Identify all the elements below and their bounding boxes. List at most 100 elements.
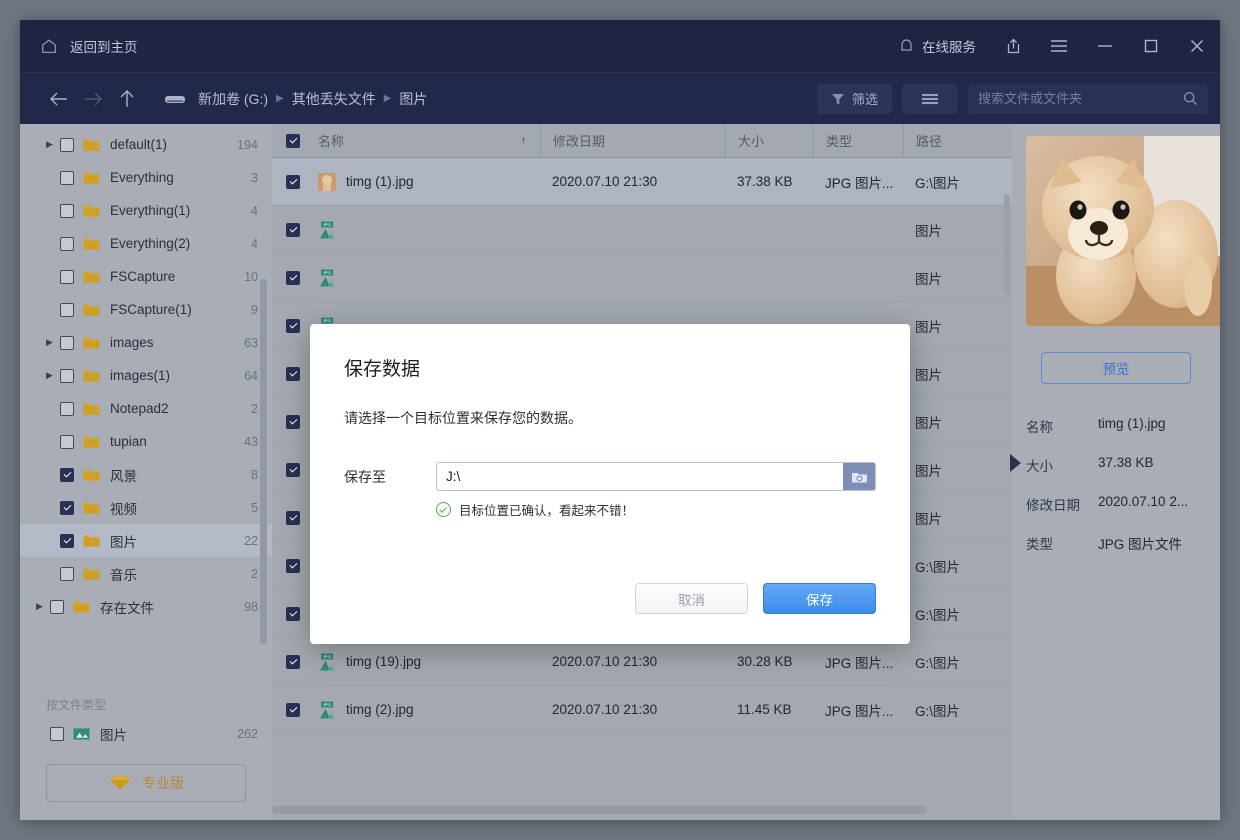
breadcrumb-item-1[interactable]: 其他丢失文件 bbox=[292, 89, 376, 109]
column-header-name[interactable]: 名称 ↑ bbox=[272, 131, 540, 150]
sidebar-item-checkbox[interactable] bbox=[60, 204, 74, 218]
table-row[interactable]: JPG图片 bbox=[272, 206, 1012, 254]
share-button[interactable] bbox=[990, 20, 1036, 72]
table-row[interactable]: JPG图片 bbox=[272, 254, 1012, 302]
row-checkbox[interactable] bbox=[286, 703, 300, 717]
maximize-button[interactable] bbox=[1128, 20, 1174, 72]
back-button[interactable] bbox=[42, 82, 76, 116]
search-input[interactable] bbox=[978, 91, 1183, 106]
search-box[interactable] bbox=[968, 84, 1208, 114]
sidebar-item-5[interactable]: FSCapture(1)9 bbox=[20, 293, 272, 326]
minimize-button[interactable] bbox=[1082, 20, 1128, 72]
sidebar-item-6[interactable]: ▶images63 bbox=[20, 326, 272, 359]
sidebar-item-13[interactable]: 音乐2 bbox=[20, 557, 272, 590]
row-checkbox[interactable] bbox=[286, 223, 300, 237]
column-header-size[interactable]: 大小 bbox=[725, 124, 813, 157]
table-row[interactable]: JPGtimg (19).jpg2020.07.10 21:3030.28 KB… bbox=[272, 638, 1012, 686]
sidebar-item-checkbox[interactable] bbox=[60, 237, 74, 251]
pro-version-button[interactable]: 专业版 bbox=[46, 764, 246, 802]
sidebar-item-checkbox[interactable] bbox=[60, 468, 74, 482]
titlebar-actions: 在线服务 bbox=[885, 20, 1220, 72]
column-header-type[interactable]: 类型 bbox=[813, 124, 903, 157]
save-path-input[interactable] bbox=[436, 462, 843, 491]
menu-button[interactable] bbox=[1036, 20, 1082, 72]
sidebar-scrollbar[interactable] bbox=[260, 279, 267, 644]
sidebar-item-12[interactable]: 图片22 bbox=[20, 524, 272, 557]
close-button[interactable] bbox=[1174, 20, 1220, 72]
folder-icon bbox=[73, 600, 90, 614]
file-name-cell[interactable]: JPGtimg (19).jpg bbox=[272, 653, 540, 671]
sidebar-item-checkbox[interactable] bbox=[60, 138, 74, 152]
chevron-right-icon[interactable]: ▶ bbox=[36, 601, 50, 612]
cancel-button[interactable]: 取消 bbox=[635, 583, 748, 614]
breadcrumb-item-0[interactable]: 新加卷 (G:) bbox=[198, 89, 268, 109]
file-type-item-0[interactable]: 图片262 bbox=[20, 717, 272, 750]
column-header-date[interactable]: 修改日期 bbox=[540, 124, 725, 157]
filter-button[interactable]: 筛选 bbox=[817, 84, 892, 114]
sidebar-item-14[interactable]: ▶存在文件98 bbox=[20, 590, 272, 623]
preview-collapse-toggle[interactable] bbox=[1010, 454, 1021, 472]
file-type-checkbox[interactable] bbox=[50, 727, 64, 741]
row-checkbox[interactable] bbox=[286, 319, 300, 333]
row-checkbox[interactable] bbox=[286, 511, 300, 525]
sidebar-item-1[interactable]: Everything3 bbox=[20, 161, 272, 194]
pro-version-label: 专业版 bbox=[142, 773, 184, 793]
chevron-right-icon[interactable]: ▶ bbox=[46, 139, 60, 150]
sidebar-item-0[interactable]: ▶default(1)194 bbox=[20, 128, 272, 161]
up-button[interactable] bbox=[110, 82, 144, 116]
file-name-cell[interactable]: timg (1).jpg bbox=[272, 173, 540, 191]
row-checkbox[interactable] bbox=[286, 175, 300, 189]
sidebar-item-checkbox[interactable] bbox=[60, 369, 74, 383]
forward-button[interactable] bbox=[76, 82, 110, 116]
table-row[interactable]: timg (1).jpg2020.07.10 21:3037.38 KBJPG … bbox=[272, 158, 1012, 206]
file-name-cell[interactable]: JPG bbox=[272, 221, 540, 239]
breadcrumb-item-2[interactable]: 图片 bbox=[399, 89, 427, 109]
sort-arrow-icon[interactable]: ↑ bbox=[521, 135, 527, 147]
preview-panel: 预览 名称timg (1).jpg大小37.38 KB修改日期2020.07.1… bbox=[1012, 124, 1220, 820]
sidebar-item-checkbox[interactable] bbox=[60, 534, 74, 548]
search-icon[interactable] bbox=[1183, 91, 1198, 106]
row-checkbox[interactable] bbox=[286, 655, 300, 669]
sidebar-item-checkbox[interactable] bbox=[60, 270, 74, 284]
select-all-checkbox[interactable] bbox=[286, 134, 300, 148]
file-list-vertical-scrollbar[interactable] bbox=[1004, 194, 1010, 294]
sidebar-item-checkbox[interactable] bbox=[50, 600, 64, 614]
sidebar-item-checkbox[interactable] bbox=[60, 171, 74, 185]
sidebar-item-10[interactable]: 风景8 bbox=[20, 458, 272, 491]
sidebar-item-checkbox[interactable] bbox=[60, 435, 74, 449]
sidebar-item-checkbox[interactable] bbox=[60, 303, 74, 317]
table-row[interactable]: JPGtimg (2).jpg2020.07.10 21:3011.45 KBJ… bbox=[272, 686, 1012, 734]
sidebar-item-8[interactable]: Notepad22 bbox=[20, 392, 272, 425]
file-name-cell[interactable]: JPG bbox=[272, 269, 540, 287]
browse-folder-button[interactable] bbox=[843, 462, 876, 491]
svg-text:JPG: JPG bbox=[323, 222, 331, 227]
sidebar-item-2[interactable]: Everything(1)4 bbox=[20, 194, 272, 227]
file-list-horizontal-scrollbar[interactable] bbox=[272, 806, 926, 814]
save-button[interactable]: 保存 bbox=[763, 583, 876, 614]
sidebar-item-checkbox[interactable] bbox=[60, 402, 74, 416]
row-checkbox[interactable] bbox=[286, 607, 300, 621]
file-name-cell[interactable]: JPGtimg (2).jpg bbox=[272, 701, 540, 719]
row-checkbox[interactable] bbox=[286, 559, 300, 573]
dialog-actions: 取消 保存 bbox=[635, 583, 876, 614]
sidebar-item-9[interactable]: tupian43 bbox=[20, 425, 272, 458]
online-service-button[interactable]: 在线服务 bbox=[885, 36, 990, 56]
chevron-right-icon[interactable]: ▶ bbox=[46, 337, 60, 348]
column-header-path[interactable]: 路径 bbox=[903, 124, 1012, 157]
row-checkbox[interactable] bbox=[286, 271, 300, 285]
sidebar-item-4[interactable]: FSCapture10 bbox=[20, 260, 272, 293]
sidebar-item-checkbox[interactable] bbox=[60, 567, 74, 581]
folder-icon bbox=[83, 237, 100, 251]
sidebar-item-7[interactable]: ▶images(1)64 bbox=[20, 359, 272, 392]
home-button[interactable]: 返回到主页 bbox=[30, 30, 148, 62]
sidebar-item-checkbox[interactable] bbox=[60, 336, 74, 350]
view-mode-button[interactable] bbox=[902, 84, 958, 114]
sidebar-item-3[interactable]: Everything(2)4 bbox=[20, 227, 272, 260]
sidebar-item-checkbox[interactable] bbox=[60, 501, 74, 515]
preview-button[interactable]: 预览 bbox=[1041, 352, 1191, 384]
row-checkbox[interactable] bbox=[286, 415, 300, 429]
sidebar-item-11[interactable]: 视频5 bbox=[20, 491, 272, 524]
row-checkbox[interactable] bbox=[286, 367, 300, 381]
chevron-right-icon[interactable]: ▶ bbox=[46, 370, 60, 381]
row-checkbox[interactable] bbox=[286, 463, 300, 477]
